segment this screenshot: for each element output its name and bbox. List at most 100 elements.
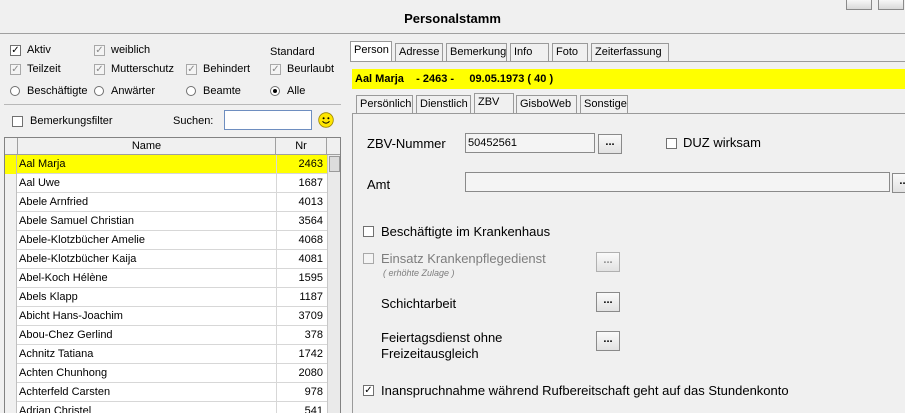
tab-info[interactable]: Info <box>510 43 549 61</box>
column-header-name[interactable]: Name <box>18 138 276 155</box>
tab-zeiterfassung[interactable]: Zeiterfassung <box>591 43 669 61</box>
row-indicator[interactable] <box>5 288 17 307</box>
zbv-panel: ZBV-Nummer 50452561 ... DUZ wirksam Amt … <box>352 113 905 413</box>
row-indicator[interactable] <box>5 307 17 326</box>
beamte-label: Beamte <box>203 85 241 97</box>
table-row[interactable]: Abels Klapp 1187 <box>5 288 327 307</box>
subtab-zbv[interactable]: ZBV <box>474 93 514 113</box>
einsatz-checkbox[interactable] <box>363 253 374 264</box>
beschaeftigte-radio[interactable] <box>10 86 20 96</box>
minimize-button[interactable] <box>846 0 872 10</box>
weiblich-label: weiblich <box>111 44 151 56</box>
row-name-cell: Achten Chunhong <box>19 367 108 379</box>
table-row[interactable]: Achnitz Tatiana 1742 <box>5 345 327 364</box>
row-nr-cell: 4013 <box>276 193 326 212</box>
feiertag-button[interactable]: ... <box>596 331 620 351</box>
row-indicator[interactable] <box>5 193 17 212</box>
teilzeit-label: Teilzeit <box>27 63 61 75</box>
filter-panel: ✓ Aktiv ✓ weiblich Standard ✓ Teilzeit ✓… <box>0 34 345 137</box>
row-indicator[interactable] <box>5 269 17 288</box>
main-tab-underline <box>350 61 905 62</box>
row-name-cell: Abele Arnfried <box>19 196 89 208</box>
weiblich-checkbox[interactable]: ✓ <box>94 45 105 56</box>
zbv-nummer-field[interactable]: 50452561 <box>465 133 595 153</box>
anwaerter-radio[interactable] <box>94 86 104 96</box>
row-nr-cell: 541 <box>276 402 326 413</box>
amt-field[interactable] <box>465 172 890 192</box>
row-name-cell: Achnitz Tatiana <box>19 348 94 360</box>
rufbereitschaft-checkbox[interactable]: ✓ <box>363 385 374 396</box>
list-scrollbar-thumb[interactable] <box>329 156 340 172</box>
tab-person[interactable]: Person <box>350 41 392 61</box>
mutterschutz-checkbox[interactable]: ✓ <box>94 64 105 75</box>
selected-person-bar: Aal Marja - 2463 - 09.05.1973 ( 40 ) <box>352 69 905 89</box>
schichtarbeit-button[interactable]: ... <box>596 292 620 312</box>
smiley-icon[interactable] <box>318 112 334 128</box>
maximize-button[interactable] <box>878 0 904 10</box>
krankenhaus-checkbox[interactable] <box>363 226 374 237</box>
row-indicator[interactable] <box>5 174 17 193</box>
row-indicator[interactable] <box>5 383 17 402</box>
row-nr-cell: 1187 <box>276 288 326 307</box>
row-nr-cell: 2080 <box>276 364 326 383</box>
table-row[interactable]: Abele-Klotzbücher Kaija 4081 <box>5 250 327 269</box>
row-indicator[interactable] <box>5 231 17 250</box>
beurlaubt-checkbox[interactable]: ✓ <box>270 64 281 75</box>
row-indicator[interactable] <box>5 212 17 231</box>
tab-bemerkung[interactable]: Bemerkung <box>446 43 507 61</box>
einsatz-label: Einsatz Krankenpflegedienst <box>381 251 546 266</box>
alle-radio[interactable] <box>270 86 280 96</box>
beurlaubt-label: Beurlaubt <box>287 63 335 75</box>
subtab-gisboweb[interactable]: GisboWeb <box>516 95 577 113</box>
feiertag-label-line1: Feiertagsdienst ohne <box>381 330 503 345</box>
row-name-cell: Aal Uwe <box>19 177 60 189</box>
behindert-checkbox[interactable]: ✓ <box>186 64 197 75</box>
bemerkungsfilter-checkbox[interactable] <box>12 116 23 127</box>
table-row[interactable]: Achten Chunhong 2080 <box>5 364 327 383</box>
table-row[interactable]: Abel-Koch Hélène 1595 <box>5 269 327 288</box>
amt-lookup-button[interactable]: ... <box>892 173 905 193</box>
filter-divider <box>4 104 341 105</box>
teilzeit-checkbox[interactable]: ✓ <box>10 64 21 75</box>
row-indicator[interactable] <box>5 250 17 269</box>
row-nr-cell: 4068 <box>276 231 326 250</box>
row-indicator[interactable] <box>5 364 17 383</box>
table-row[interactable]: Aal Marja 2463 <box>5 155 327 174</box>
row-nr-cell: 4081 <box>276 250 326 269</box>
row-indicator[interactable] <box>5 402 17 413</box>
search-label: Suchen: <box>173 115 214 127</box>
table-row[interactable]: Abou-Chez Gerlind 378 <box>5 326 327 345</box>
tab-foto[interactable]: Foto <box>552 43 588 61</box>
list-scrollbar[interactable] <box>327 155 340 413</box>
row-name-cell: Abele-Klotzbücher Kaija <box>19 253 137 265</box>
anwaerter-label: Anwärter <box>111 85 156 97</box>
beschaeftigte-label: Beschäftigte <box>27 85 88 97</box>
subtab-sonstige[interactable]: Sonstige <box>580 95 628 113</box>
subtab-dienstlich[interactable]: Dienstlich <box>416 95 471 113</box>
table-row[interactable]: Abele Arnfried 4013 <box>5 193 327 212</box>
table-row[interactable]: Abele Samuel Christian 3564 <box>5 212 327 231</box>
tab-adresse[interactable]: Adresse <box>395 43 443 61</box>
search-input[interactable] <box>224 110 312 130</box>
duz-checkbox[interactable] <box>666 138 677 149</box>
table-row[interactable]: Adrian Christel 541 <box>5 402 327 413</box>
row-indicator-header <box>5 138 18 155</box>
aktiv-checkbox[interactable]: ✓ <box>10 45 21 56</box>
row-indicator[interactable] <box>5 345 17 364</box>
feiertag-label-line2: Freizeitausgleich <box>381 346 479 361</box>
zbv-nummer-lookup-button[interactable]: ... <box>598 134 622 154</box>
table-row[interactable]: Abicht Hans-Joachim 3709 <box>5 307 327 326</box>
row-indicator[interactable] <box>5 155 17 174</box>
column-header-nr[interactable]: Nr <box>276 138 327 155</box>
subtab-persönlich[interactable]: Persönlich <box>356 95 413 113</box>
standard-label: Standard <box>270 46 315 58</box>
window-title: Personalstamm <box>404 11 501 26</box>
table-row[interactable]: Abele-Klotzbücher Amelie 4068 <box>5 231 327 250</box>
beamte-radio[interactable] <box>186 86 196 96</box>
row-nr-cell: 1687 <box>276 174 326 193</box>
row-indicator[interactable] <box>5 326 17 345</box>
table-row[interactable]: Aal Uwe 1687 <box>5 174 327 193</box>
aktiv-label: Aktiv <box>27 44 51 56</box>
table-row[interactable]: Achterfeld Carsten 978 <box>5 383 327 402</box>
einsatz-lookup-button[interactable]: ... <box>596 252 620 272</box>
